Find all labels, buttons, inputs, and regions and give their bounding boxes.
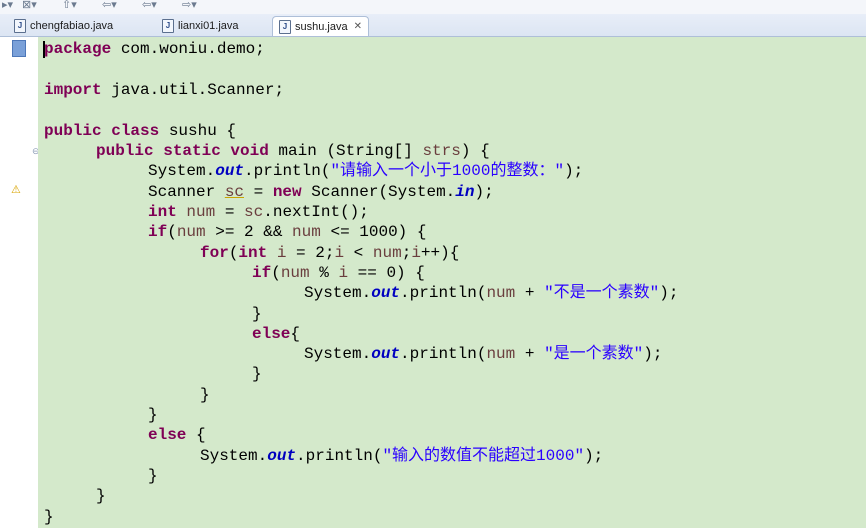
tab-chengfabiao[interactable]: J chengfabiao.java <box>14 16 113 35</box>
tab-lianxi01[interactable]: J lianxi01.java <box>162 16 239 35</box>
tab-label: sushu.java <box>295 20 348 33</box>
annotation-icon[interactable]: ⊠▾ <box>22 0 37 11</box>
code-line: } <box>96 487 106 505</box>
close-icon[interactable]: ✕ <box>354 21 362 32</box>
code-line: System.out.println(num + "是一个素数"); <box>304 345 663 363</box>
code-line: } <box>44 508 54 526</box>
code-line: Scanner sc = new Scanner(System.in); <box>148 183 494 201</box>
back-icon[interactable]: ⇦▾ <box>102 0 117 11</box>
code-line: } <box>148 406 158 424</box>
tab-label: chengfabiao.java <box>30 19 114 32</box>
code-line: else { <box>148 426 206 444</box>
code-line: } <box>252 305 262 323</box>
code-line: } <box>252 365 262 383</box>
editor-tab-bar: J chengfabiao.java J lianxi01.java J sus… <box>0 14 866 37</box>
code-line: if(num % i == 0) { <box>252 264 425 282</box>
editor-gutter: ⊖ ⚠ <box>0 37 40 528</box>
java-file-icon: J <box>14 18 26 33</box>
code-line: System.out.println(num + "不是一个素数"); <box>304 284 679 302</box>
code-line: public static void main (String[] strs) … <box>96 142 490 160</box>
java-file-icon: J <box>162 18 174 33</box>
code-line: int num = sc.nextInt(); <box>148 203 369 221</box>
code-line: System.out.println("请输入一个小于1000的整数："); <box>148 162 584 180</box>
code-line: } <box>148 467 158 485</box>
code-editor[interactable]: ⊖ ⚠ package com.woniu.demo; import java.… <box>0 37 866 528</box>
java-file-icon: J <box>279 19 291 34</box>
tab-sushu[interactable]: J sushu.java ✕ <box>272 16 369 36</box>
code-line: import java.util.Scanner; <box>44 81 285 99</box>
code-line: package com.woniu.demo; <box>44 40 265 58</box>
toolbar: ▸▾ ⊠▾ ⇧▾ ⇦▾ ⇦▾ ⇨▾ <box>0 0 866 14</box>
run-icon[interactable]: ▸▾ <box>2 0 13 11</box>
navigate-icon[interactable]: ⇧▾ <box>62 0 77 11</box>
forward-icon[interactable]: ⇦▾ <box>142 0 157 11</box>
code-line: else{ <box>252 325 301 343</box>
warning-icon[interactable]: ⚠ <box>11 185 23 196</box>
code-line: System.out.println("输入的数值不能超过1000"); <box>200 447 604 465</box>
tab-label: lianxi01.java <box>178 19 239 32</box>
bookmark-icon <box>12 40 26 57</box>
code-line: for(int i = 2;i < num;i++){ <box>200 244 460 262</box>
code-line: if(num >= 2 && num <= 1000) { <box>148 223 427 241</box>
forward-nav-icon[interactable]: ⇨▾ <box>182 0 197 11</box>
code-line: public class sushu { <box>44 122 237 140</box>
code-line: } <box>200 386 210 404</box>
